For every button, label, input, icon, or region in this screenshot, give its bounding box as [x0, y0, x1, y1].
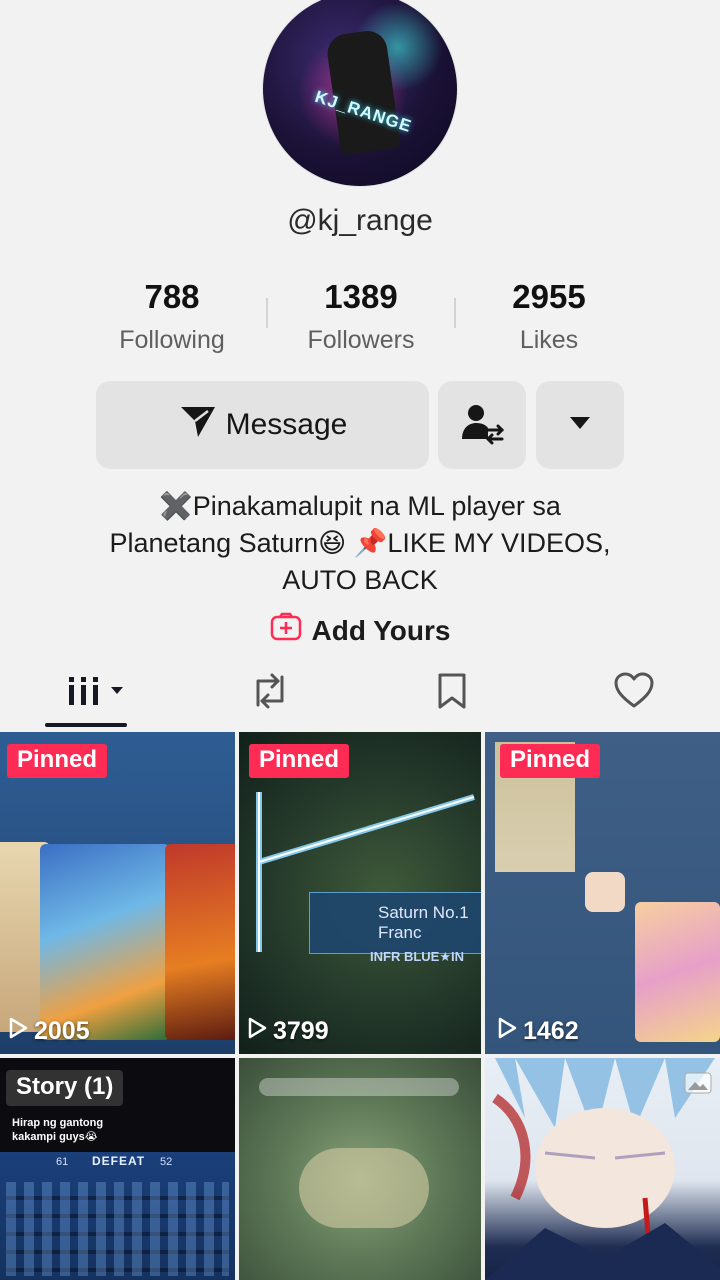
stat-followers[interactable]: 1389 Followers — [276, 278, 446, 355]
video-thumbnail[interactable] — [239, 1058, 481, 1280]
stat-label: Followers — [307, 326, 415, 354]
tab-favorites[interactable] — [412, 665, 492, 721]
play-icon — [8, 1017, 34, 1046]
video-thumbnail[interactable]: Pinned 1462 — [485, 732, 720, 1054]
view-count: 3799 — [247, 1017, 329, 1046]
caret-down-icon — [568, 415, 592, 436]
profile-bio: ✖️Pinakamalupit na ML player sa Planetan… — [40, 488, 680, 599]
score-right: 52 — [160, 1156, 173, 1168]
bio-line: AUTO BACK — [282, 565, 438, 595]
pinned-badge: Pinned — [7, 744, 108, 778]
stat-following[interactable]: 788 Following — [87, 278, 257, 355]
play-icon — [497, 1017, 523, 1046]
stat-divider — [454, 298, 456, 328]
profile-avatar[interactable]: KJ_RANGE — [263, 0, 457, 186]
score-label: DEFEAT — [92, 1154, 146, 1168]
stat-value: 788 — [144, 278, 200, 315]
scoreboard-rows — [6, 1182, 229, 1276]
plus-box-icon — [270, 612, 302, 649]
more-options-button[interactable] — [536, 381, 624, 469]
thumbnail-art — [259, 1078, 459, 1096]
heart-icon — [613, 671, 655, 716]
repost-icon — [248, 671, 292, 716]
bio-line: ✖️Pinakamalupit na ML player sa — [159, 491, 561, 521]
view-count-value: 3799 — [273, 1017, 329, 1045]
stat-label: Likes — [519, 326, 579, 354]
stat-value: 1389 — [324, 278, 398, 315]
active-tab-indicator — [45, 723, 127, 727]
profile-tabs — [0, 665, 720, 727]
tab-reposts[interactable] — [230, 665, 310, 721]
send-arrow-icon — [178, 401, 218, 449]
tab-liked[interactable] — [594, 665, 674, 721]
message-label: Message — [225, 408, 348, 441]
thumbnail-art — [635, 902, 720, 1042]
bookmark-icon — [435, 671, 469, 716]
thumbnail-art — [165, 844, 235, 1040]
story-badge: Story (1) — [6, 1070, 124, 1106]
score-left: 61 — [56, 1156, 69, 1168]
message-button[interactable]: Message — [96, 381, 429, 469]
name-plate-sub: INFR BLUE★IN — [370, 949, 464, 964]
bio-line: Planetang Saturn😆 📌LIKE MY VIDEOS, — [109, 528, 611, 558]
stat-label: Following — [119, 326, 225, 354]
thumbnail-art — [40, 844, 170, 1040]
view-count-value: 2005 — [34, 1017, 90, 1045]
video-thumbnail[interactable]: Pinned 2005 — [0, 732, 235, 1054]
tab-videos[interactable] — [52, 665, 132, 721]
name-plate-title: Saturn No.1 Franc — [378, 903, 469, 942]
thumbnail-art — [585, 872, 625, 912]
video-thumbnail[interactable]: Saturn No.1 Franc INFR BLUE★IN Pinned 37… — [239, 732, 481, 1054]
stat-likes[interactable]: 2955 Likes — [464, 278, 634, 355]
name-plate: Saturn No.1 Franc INFR BLUE★IN — [309, 892, 481, 964]
follow-toggle-button[interactable] — [438, 381, 526, 469]
story-caption: Hirap ng gantong kakampi guys😭 — [12, 1117, 104, 1143]
view-count-value: 1462 — [523, 1017, 579, 1045]
view-count: 2005 — [8, 1017, 90, 1046]
stat-divider — [266, 298, 268, 328]
pinned-badge: Pinned — [249, 744, 350, 778]
scoreboard: 61 DEFEAT 52 — [0, 1152, 235, 1280]
stat-value: 2955 — [512, 278, 586, 315]
view-count: 1462 — [497, 1017, 579, 1046]
add-yours-button[interactable]: Add Yours — [0, 612, 720, 649]
play-icon — [247, 1017, 273, 1046]
video-thumbnail[interactable] — [485, 1058, 720, 1280]
profile-handle: @kj_range — [287, 204, 433, 237]
story-thumbnail[interactable]: Story (1) Hirap ng gantong kakampi guys😭… — [0, 1058, 235, 1280]
grid-icon — [57, 671, 127, 716]
user-switch-icon — [458, 399, 506, 452]
add-yours-label: Add Yours — [311, 614, 451, 646]
photo-icon — [684, 1072, 712, 1099]
pinned-badge: Pinned — [500, 744, 601, 778]
thumbnail-art — [299, 1148, 429, 1228]
